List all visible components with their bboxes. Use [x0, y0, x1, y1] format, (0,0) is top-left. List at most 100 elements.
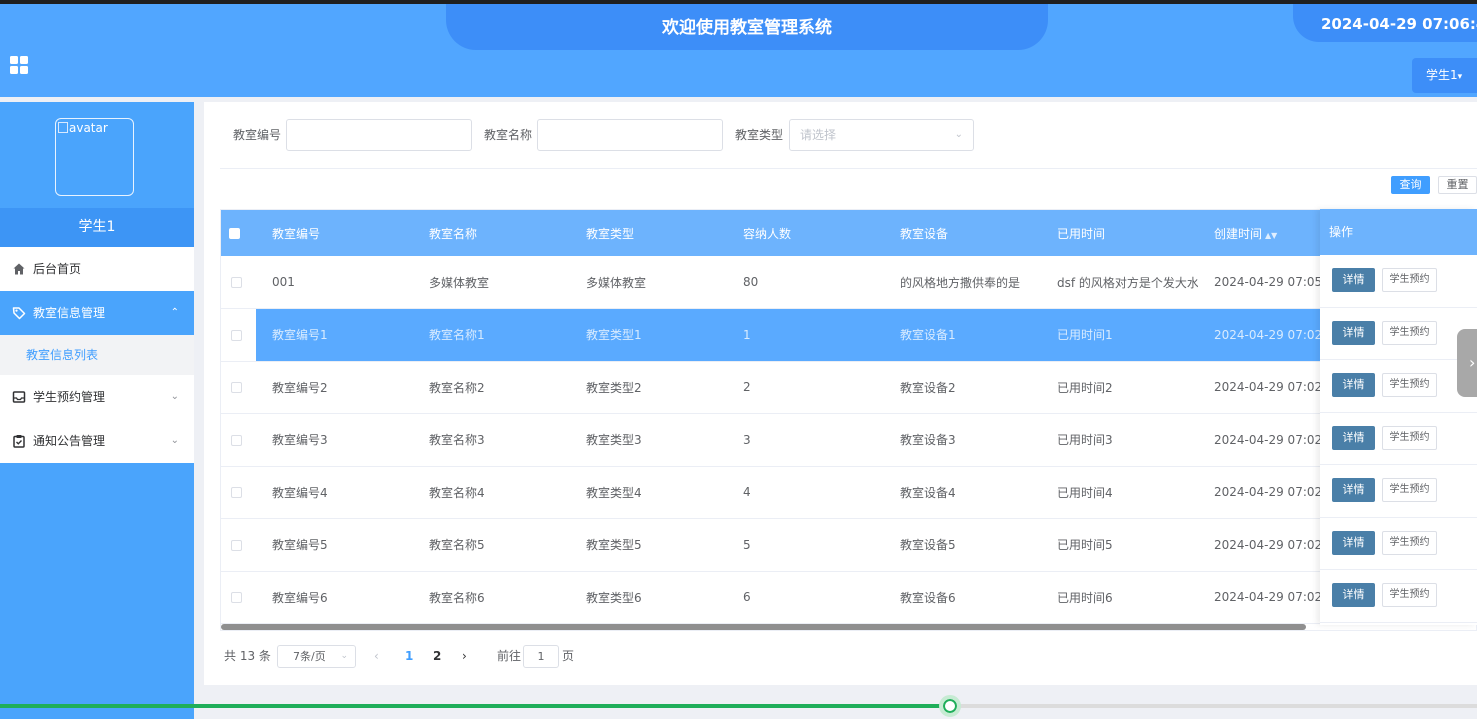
row-checkbox[interactable]: [231, 329, 242, 341]
header-datetime: 2024-04-29 07:06:43: [1293, 4, 1477, 42]
select-all-checkbox[interactable]: [229, 228, 240, 239]
row-checkbox[interactable]: [231, 539, 242, 551]
sidebar-item-classroom-info[interactable]: 教室信息管理 ⌃: [0, 291, 194, 335]
sidebar-item-label: 教室信息管理: [33, 306, 106, 320]
horizontal-scrollbar[interactable]: [221, 624, 1306, 630]
reset-button[interactable]: 重置: [1438, 176, 1477, 194]
table-cell: 已用时间4: [1057, 485, 1113, 500]
sidebar-item-notices[interactable]: 通知公告管理 ⌄: [0, 419, 194, 463]
column-header[interactable]: 已用时间: [1041, 210, 1198, 256]
sidebar-item-label: 学生预约管理: [33, 390, 106, 404]
classroom-type-label: 教室类型: [735, 128, 784, 142]
row-checkbox[interactable]: [231, 487, 242, 499]
classroom-name-input[interactable]: [537, 119, 723, 151]
query-button[interactable]: 查询: [1391, 176, 1430, 194]
table-cell: 已用时间2: [1057, 380, 1113, 395]
operations-cell: 详情 学生预约: [1320, 308, 1477, 360]
table-cell: 教室设备3: [900, 433, 956, 448]
chevron-up-icon: ⌃: [170, 307, 179, 318]
next-page-button[interactable]: ›: [462, 645, 467, 668]
system-title: 欢迎使用教室管理系统: [446, 4, 1048, 50]
sidebar-item-reservations[interactable]: 学生预约管理 ⌄: [0, 375, 194, 419]
sidebar: avatar 学生1 后台首页 教室信息管理 ⌃ 教室信息列表 学生预约管理 ⌄: [0, 102, 194, 719]
row-checkbox[interactable]: [231, 382, 242, 394]
table-cell: 教室设备6: [900, 590, 956, 605]
reserve-button[interactable]: 学生预约: [1382, 530, 1437, 555]
operations-cell: 详情 学生预约: [1320, 413, 1477, 465]
detail-button[interactable]: 详情: [1332, 320, 1375, 345]
table-cell: 教室名称1: [413, 308, 570, 361]
detail-button[interactable]: 详情: [1332, 268, 1375, 292]
divider: [220, 168, 1477, 169]
tag-icon: [12, 307, 26, 320]
table-cell: 多媒体教室: [429, 275, 490, 290]
detail-button[interactable]: 详情: [1332, 583, 1375, 607]
sort-icon[interactable]: ▲▼: [1265, 231, 1277, 240]
classroom-number-label: 教室编号: [233, 128, 282, 142]
chevron-down-icon: ▾: [1457, 72, 1463, 82]
user-menu-button[interactable]: 学生1▾: [1412, 58, 1477, 93]
operations-cell: 详情 学生预约: [1320, 255, 1477, 308]
page-size-select[interactable]: 7条/页 ⌄: [277, 645, 356, 668]
table-cell: 教室设备4: [900, 485, 956, 500]
progress-handle[interactable]: [938, 695, 961, 717]
table-cell: 的风格地方撒供奉的是: [900, 275, 1021, 290]
detail-button[interactable]: 详情: [1332, 373, 1375, 397]
column-header[interactable]: 教室编号: [256, 210, 413, 256]
search-form: 教室编号 教室名称 教室类型 请选择 ⌄: [204, 119, 1477, 151]
side-drawer-handle[interactable]: ›: [1457, 329, 1477, 397]
table-cell: 教室名称5: [429, 538, 485, 553]
detail-button[interactable]: 详情: [1332, 425, 1375, 450]
column-header[interactable]: 教室类型: [570, 210, 727, 256]
classroom-number-input[interactable]: [286, 119, 472, 151]
table-row[interactable]: 教室编号2 教室名称2 教室类型2 2 教室设备2 已用时间2 2024-04-29 07:…: [221, 361, 1476, 414]
table-cell: 教室名称3: [429, 433, 485, 448]
reserve-button[interactable]: 学生预约: [1382, 320, 1437, 345]
table-cell: 教室设备5: [900, 538, 956, 553]
select-placeholder: 请选择: [800, 128, 837, 142]
table-cell: 教室编号2: [272, 380, 328, 395]
table-cell: 1: [727, 308, 884, 361]
table-row[interactable]: 教室编号5 教室名称5 教室类型5 5 教室设备5 已用时间5 2024-04-29 07:…: [221, 519, 1476, 571]
table-cell: 3: [743, 432, 751, 447]
column-header[interactable]: 教室名称: [413, 210, 570, 256]
column-header[interactable]: 容纳人数: [727, 210, 884, 256]
pagination-total: 共 13 条: [224, 649, 271, 663]
table-row[interactable]: 教室编号6 教室名称6 教室类型6 6 教室设备6 已用时间6 2024-04-29 07:…: [221, 571, 1476, 624]
prev-page-button[interactable]: ‹: [374, 645, 379, 668]
reserve-button[interactable]: 学生预约: [1382, 268, 1437, 292]
classroom-type-select[interactable]: 请选择 ⌄: [789, 119, 974, 151]
row-checkbox[interactable]: [231, 277, 242, 288]
reserve-button[interactable]: 学生预约: [1382, 478, 1437, 502]
sidebar-item-home[interactable]: 后台首页: [0, 247, 194, 291]
column-header[interactable]: 教室设备: [884, 210, 1041, 256]
detail-button[interactable]: 详情: [1332, 530, 1375, 555]
table-row[interactable]: 教室编号1 教室名称1 教室类型1 1 教室设备1 已用时间1 2024-04-29 07:…: [221, 308, 1476, 361]
reserve-button[interactable]: 学生预约: [1382, 583, 1437, 607]
page-number-1[interactable]: 1: [405, 645, 413, 668]
user-menu-label: 学生1: [1426, 68, 1458, 82]
classroom-name-label: 教室名称: [484, 128, 533, 142]
table-row[interactable]: 001 多媒体教室 多媒体教室 80 的风格地方撒供奉的是 dsf 的风格对方是个发大水 2…: [221, 256, 1476, 309]
table-cell: 教室类型2: [586, 380, 642, 395]
video-progress-bar[interactable]: [0, 695, 1477, 719]
row-checkbox[interactable]: [231, 434, 242, 446]
page-number-2[interactable]: 2: [433, 645, 441, 668]
reserve-button[interactable]: 学生预约: [1382, 373, 1437, 397]
operations-cell: 详情 学生预约: [1320, 465, 1477, 518]
reserve-button[interactable]: 学生预约: [1382, 425, 1437, 450]
operations-cell: 详情 学生预约: [1320, 518, 1477, 570]
operations-column: 操作 详情 学生预约 详情 学生预约 详情 学生预约 详情 学生预约 详情 学生预约 详情 学生预约详…: [1320, 209, 1477, 625]
table-cell: 6: [743, 590, 751, 605]
row-checkbox[interactable]: [231, 592, 242, 604]
table-row[interactable]: 教室编号3 教室名称3 教室类型3 3 教室设备3 已用时间3 2024-04-29 07:…: [221, 414, 1476, 466]
table-row[interactable]: 教室编号4 教室名称4 教室类型4 4 教室设备4 已用时间4 2024-04-29 07:…: [221, 466, 1476, 519]
chevron-down-icon: ⌄: [954, 129, 963, 140]
grid-icon[interactable]: [10, 56, 28, 74]
table-cell: 已用时间5: [1057, 538, 1113, 553]
table-cell: 已用时间1: [1041, 308, 1198, 361]
goto-page-input[interactable]: [523, 645, 559, 668]
detail-button[interactable]: 详情: [1332, 478, 1375, 502]
sidebar-subitem-classroom-list[interactable]: 教室信息列表: [0, 335, 194, 375]
sidebar-menu: 后台首页 教室信息管理 ⌃ 教室信息列表 学生预约管理 ⌄ 通知公告管理 ⌄: [0, 247, 194, 463]
